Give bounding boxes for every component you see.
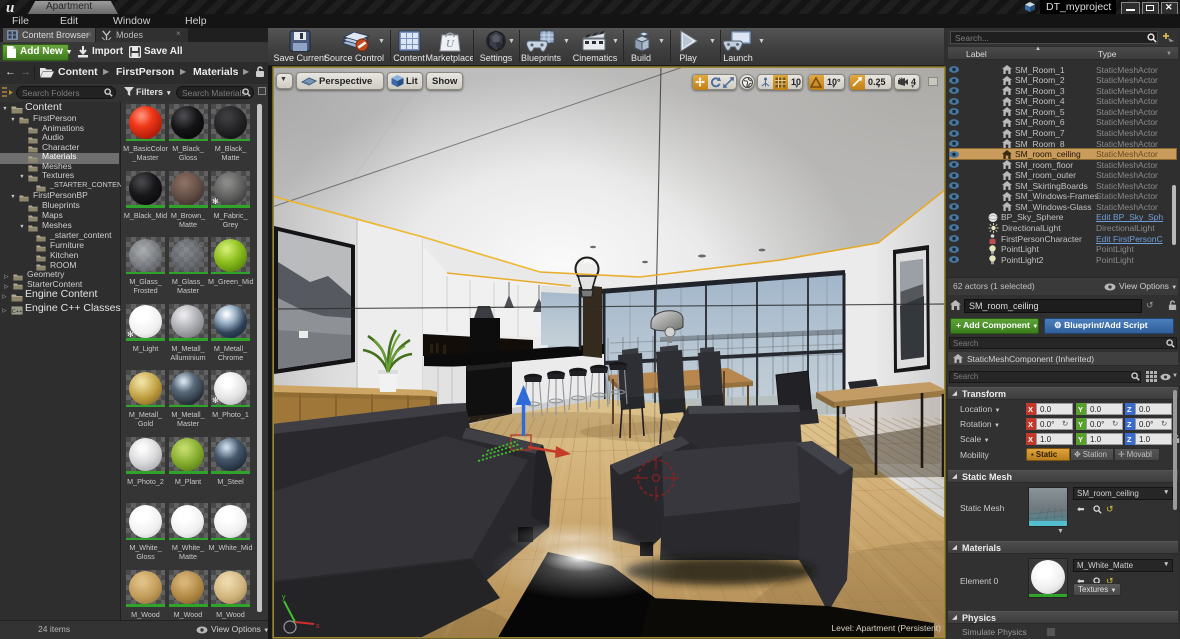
svg-text:y: y: [282, 594, 286, 601]
svg-text:u: u: [6, 0, 14, 14]
svg-text:C++: C++: [12, 309, 22, 315]
svg-text:U: U: [446, 38, 455, 50]
svg-text:Level: Apartment (Persistent): Level: Apartment (Persistent): [831, 623, 941, 633]
svg-text:x: x: [316, 623, 320, 630]
